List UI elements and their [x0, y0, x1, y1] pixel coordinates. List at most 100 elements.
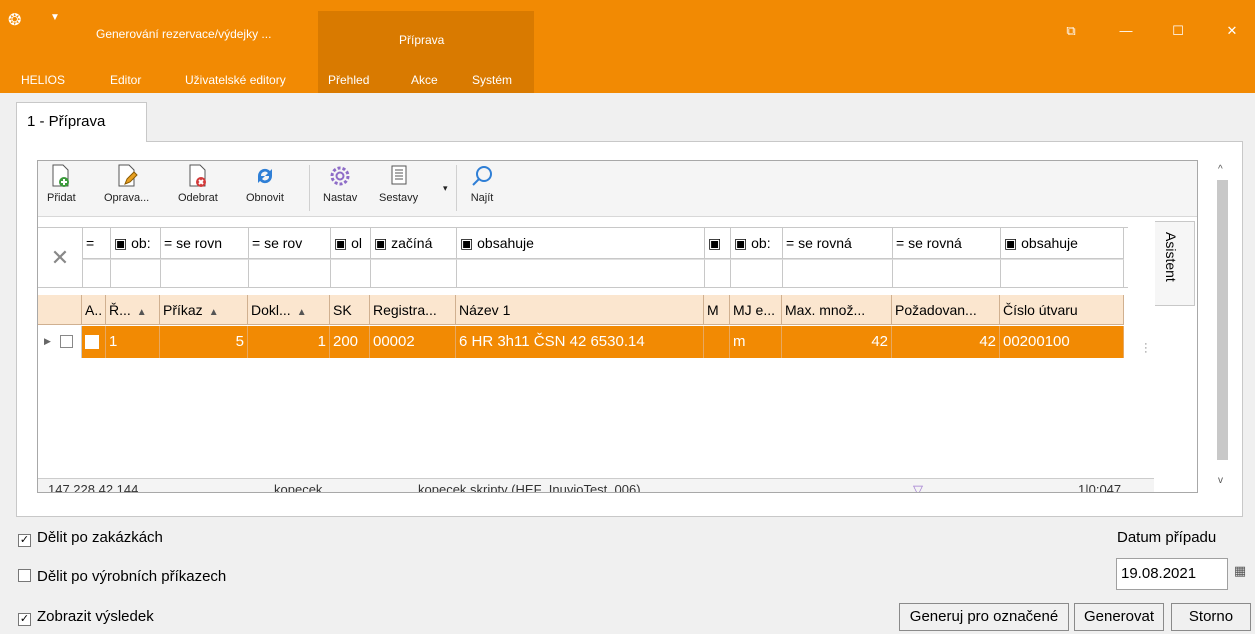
- filter-status-icon: ▽: [913, 482, 923, 492]
- filter-cell[interactable]: = se rovná: [892, 228, 1000, 258]
- table-cell[interactable]: 00002: [370, 326, 456, 358]
- filter-input[interactable]: [160, 259, 248, 287]
- filter-input[interactable]: [110, 259, 160, 287]
- table-cell[interactable]: 00200100: [1000, 326, 1124, 358]
- ribbon-tab-prehled[interactable]: Přehled: [328, 73, 369, 87]
- filter-input[interactable]: [248, 259, 330, 287]
- status-strip: 147.228.42.144 kopecek kopecek skripty (…: [38, 478, 1154, 492]
- clear-filter-icon[interactable]: ✕: [40, 240, 80, 276]
- add-button[interactable]: Přidat: [47, 164, 76, 204]
- filter-cell[interactable]: = se rov: [248, 228, 330, 258]
- zobrazit-vysledek-checkbox[interactable]: ✓ Zobrazit výsledek: [18, 608, 154, 626]
- refresh-icon: [257, 168, 272, 184]
- filter-cell[interactable]: ▣ ob:: [110, 228, 160, 258]
- table-cell-checkbox[interactable]: [82, 326, 106, 358]
- find-button[interactable]: Najít: [470, 164, 494, 204]
- column-header[interactable]: Dokl... ▲: [248, 295, 330, 325]
- column-header-label: Příkaz: [163, 302, 203, 318]
- table-cell[interactable]: 5: [160, 326, 248, 358]
- table-cell[interactable]: 200: [330, 326, 370, 358]
- column-header-selector[interactable]: [38, 295, 82, 325]
- table-cell[interactable]: 1: [106, 326, 160, 358]
- asistent-tab[interactable]: Asistent: [1155, 221, 1195, 306]
- quick-access-dropdown-icon[interactable]: ▼: [50, 12, 60, 23]
- column-header[interactable]: MJ e...: [730, 295, 782, 325]
- delit-po-zakazkach-checkbox[interactable]: ✓ Dělit po zakázkách: [18, 529, 163, 547]
- storno-button[interactable]: Storno: [1171, 603, 1251, 631]
- checkbox-checked-icon: ✓: [18, 534, 31, 547]
- table-cell[interactable]: 42: [782, 326, 892, 358]
- row-select-checkbox[interactable]: [60, 335, 73, 348]
- filter-input[interactable]: [782, 259, 892, 287]
- filter-cell[interactable]: ▣: [704, 228, 730, 258]
- filter-cell[interactable]: = se rovná: [782, 228, 892, 258]
- filter-input[interactable]: [730, 259, 782, 287]
- edit-button-label: Oprava...: [104, 192, 150, 204]
- ribbon-tab-uzivatelske-editory[interactable]: Uživatelské editory: [185, 73, 286, 87]
- table-row-selector[interactable]: ▶: [38, 326, 82, 358]
- column-header[interactable]: Číslo útvaru: [1000, 295, 1124, 325]
- maximize-button[interactable]: ☐: [1168, 21, 1188, 41]
- reports-button[interactable]: Sestavy: [379, 164, 418, 204]
- filter-cell[interactable]: ▣ obsahuje: [456, 228, 704, 258]
- ribbon-tab-system[interactable]: Systém: [472, 73, 512, 87]
- restore-layout-icon[interactable]: ⧉: [1061, 21, 1081, 41]
- calendar-icon[interactable]: ▦: [1230, 563, 1250, 583]
- status-ip: 147.228.42.144: [48, 482, 139, 492]
- column-header[interactable]: SK: [330, 295, 370, 325]
- settings-button[interactable]: Nastav: [323, 164, 357, 204]
- generuj-pro-oznacene-button[interactable]: Generuj pro označené: [899, 603, 1069, 631]
- scrollbar-thumb[interactable]: [1217, 180, 1228, 460]
- column-header[interactable]: A..: [82, 295, 106, 325]
- filter-input[interactable]: [82, 259, 110, 287]
- sort-ascending-icon: ▲: [296, 307, 307, 318]
- reports-dropdown-icon[interactable]: ▾: [443, 183, 448, 194]
- edit-button[interactable]: Oprava...: [104, 164, 149, 204]
- column-header[interactable]: Požadovan...: [892, 295, 1000, 325]
- table-cell[interactable]: 1: [248, 326, 330, 358]
- column-header[interactable]: Ř... ▲: [106, 295, 160, 325]
- filter-cell[interactable]: ▣ obsahuje: [1000, 228, 1124, 258]
- column-header[interactable]: Max. množ...: [782, 295, 892, 325]
- row-flag-checkbox[interactable]: [85, 335, 99, 349]
- close-button[interactable]: ✕: [1222, 21, 1242, 41]
- tab-priprava[interactable]: 1 - Příprava: [16, 102, 147, 142]
- filter-cell[interactable]: ▣ ob:: [730, 228, 782, 258]
- delit-po-prikazech-checkbox[interactable]: Dělit po výrobních příkazech: [18, 568, 226, 585]
- filter-cell[interactable]: =: [82, 228, 110, 258]
- delit-po-prikazech-label: Dělit po výrobních příkazech: [37, 568, 227, 585]
- datum-pripadu-label: Datum případu: [1117, 529, 1217, 546]
- toolbar-separator: [456, 165, 457, 211]
- vertical-scrollbar[interactable]: ^ v: [1212, 150, 1238, 495]
- table-cell[interactable]: 42: [892, 326, 1000, 358]
- table-cell[interactable]: 6 HR 3h11 ČSN 42 6530.14: [456, 326, 704, 358]
- column-header[interactable]: Registra...: [370, 295, 456, 325]
- app-icon[interactable]: ❂: [8, 10, 32, 34]
- column-header[interactable]: M: [704, 295, 730, 325]
- remove-button[interactable]: Odebrat: [178, 164, 218, 204]
- table-cell[interactable]: m: [730, 326, 782, 358]
- filter-input[interactable]: [456, 259, 704, 287]
- filter-input[interactable]: [330, 259, 370, 287]
- scroll-down-icon[interactable]: v: [1218, 475, 1223, 486]
- ribbon-tab-akce[interactable]: Akce: [411, 73, 438, 87]
- ribbon-tab-editor[interactable]: Editor: [110, 73, 141, 87]
- scroll-up-icon[interactable]: ^: [1218, 164, 1223, 175]
- filter-cell[interactable]: ▣ začíná: [370, 228, 456, 258]
- datum-pripadu-field[interactable]: 19.08.2021: [1116, 558, 1228, 590]
- filter-border: [38, 287, 1128, 288]
- ribbon-tab-helios[interactable]: HELIOS: [21, 73, 65, 87]
- splitter-grip-icon[interactable]: · · ·: [1144, 339, 1148, 358]
- filter-input[interactable]: [370, 259, 456, 287]
- table-cell[interactable]: [704, 326, 730, 358]
- refresh-button[interactable]: Obnovit: [246, 164, 284, 204]
- filter-input[interactable]: [1000, 259, 1124, 287]
- filter-cell[interactable]: ▣ ol: [330, 228, 370, 258]
- column-header[interactable]: Příkaz ▲: [160, 295, 248, 325]
- generovat-button[interactable]: Generovat: [1074, 603, 1164, 631]
- filter-cell[interactable]: = se rovn: [160, 228, 248, 258]
- column-header[interactable]: Název 1: [456, 295, 704, 325]
- filter-input[interactable]: [704, 259, 730, 287]
- filter-input[interactable]: [892, 259, 1000, 287]
- minimize-button[interactable]: —: [1116, 21, 1136, 41]
